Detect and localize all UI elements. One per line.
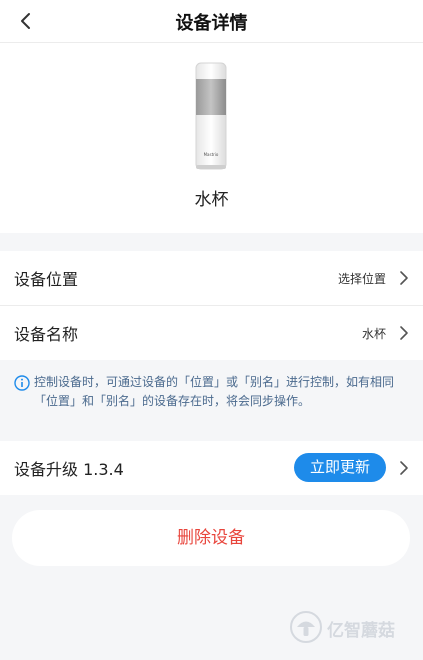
- control-notice: 控制设备时，可通过设备的「位置」或「别名」进行控制，如有相同「位置」和「别名」的…: [14, 373, 409, 433]
- device-name-label: 设备名称: [14, 325, 79, 344]
- device-name: 水杯: [194, 190, 229, 210]
- delete-device-button[interactable]: 删除设备: [12, 510, 410, 566]
- watermark-text: 亿智蘑菇: [327, 621, 395, 641]
- device-hero: Mastrio 水杯: [0, 43, 423, 233]
- page-title: 设备详情: [175, 13, 248, 34]
- device-brand-text: Mastrio: [204, 152, 219, 157]
- device-name-row[interactable]: 设备名称 水杯: [0, 306, 423, 360]
- water-cup-image: Mastrio: [195, 62, 227, 170]
- chevron-right-icon: [400, 461, 408, 475]
- device-location-row[interactable]: 设备位置 选择位置: [0, 251, 423, 305]
- mushroom-logo-icon: [290, 611, 322, 643]
- device-upgrade-label: 设备升级 1.3.4: [14, 460, 124, 479]
- notice-text: 控制设备时，可通过设备的「位置」或「别名」进行控制，如有相同「位置」和「别名」的…: [34, 375, 395, 408]
- device-location-label: 设备位置: [14, 270, 79, 289]
- device-name-value: 水杯: [361, 327, 386, 341]
- chevron-right-icon: [400, 271, 408, 285]
- device-upgrade-row[interactable]: 设备升级 1.3.4 立即更新: [0, 441, 423, 495]
- chevron-right-icon: [400, 326, 408, 340]
- update-now-button[interactable]: 立即更新: [294, 453, 386, 482]
- info-icon: [14, 375, 30, 391]
- watermark-logo: 亿智蘑菇: [289, 610, 409, 644]
- device-location-value: 选择位置: [337, 272, 386, 286]
- top-bar: 设备详情: [0, 0, 423, 43]
